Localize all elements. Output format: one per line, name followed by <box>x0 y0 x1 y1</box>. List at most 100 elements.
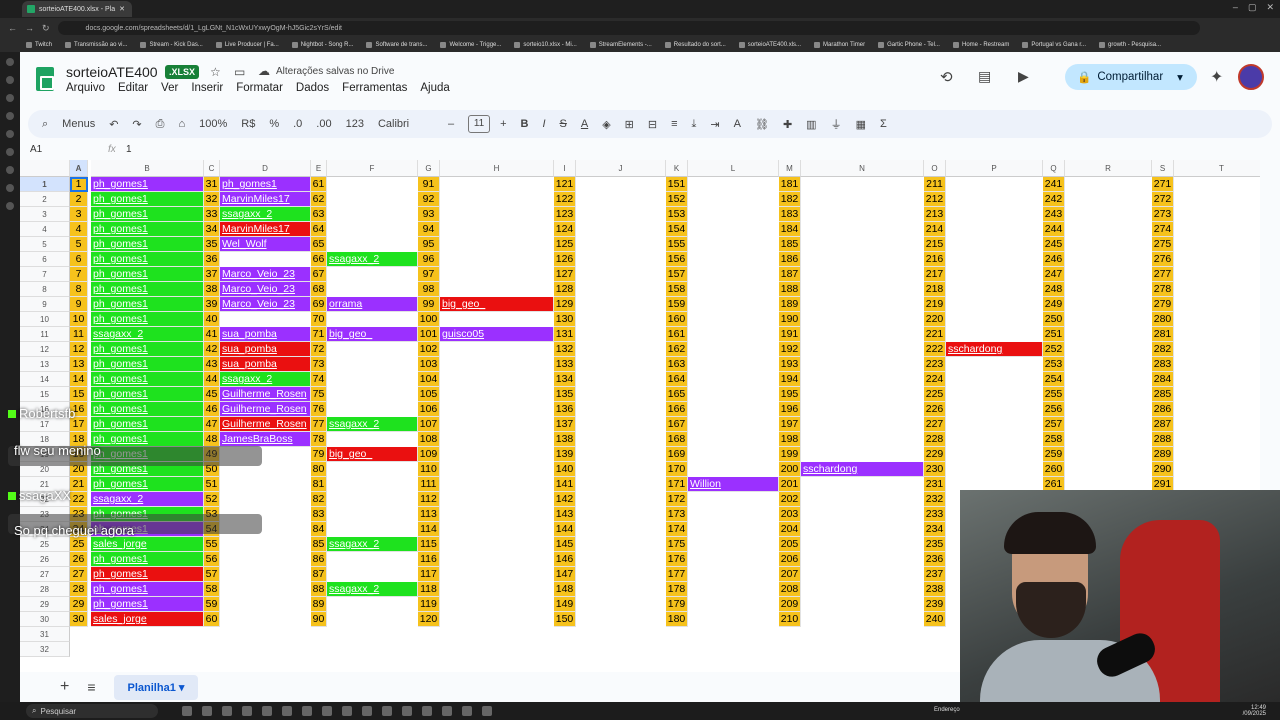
column-header[interactable]: M <box>779 160 801 177</box>
cell-number[interactable]: 14 <box>70 372 88 387</box>
taskbar-app-icon[interactable] <box>442 706 452 716</box>
decrease-decimal-button[interactable]: .0 <box>293 118 302 130</box>
cell-number[interactable]: 69 <box>311 297 327 312</box>
row-header[interactable]: 32 <box>20 642 70 657</box>
cell-number[interactable]: 115 <box>418 537 440 552</box>
row-header[interactable]: 12 <box>20 342 70 357</box>
cell-name[interactable]: sales_jorge <box>91 612 204 627</box>
cell-number[interactable]: 230 <box>924 462 946 477</box>
cell-number[interactable]: 138 <box>554 432 576 447</box>
cell-number[interactable]: 84 <box>311 522 327 537</box>
cell-number[interactable]: 227 <box>924 417 946 432</box>
taskbar-search[interactable]: ⌕ Pesquisar <box>26 704 158 718</box>
cell-number[interactable]: 213 <box>924 207 946 222</box>
cell-number[interactable]: 254 <box>1043 372 1065 387</box>
cell-number[interactable]: 150 <box>554 612 576 627</box>
menus-button[interactable]: Menus <box>62 118 95 130</box>
cell-number[interactable]: 193 <box>779 357 801 372</box>
cell-number[interactable]: 252 <box>1043 342 1065 357</box>
cell-number[interactable]: 87 <box>311 567 327 582</box>
row-header[interactable]: 14 <box>20 372 70 387</box>
bookmark-item[interactable]: Welcome - Trigge... <box>440 42 501 48</box>
increase-decimal-button[interactable]: .00 <box>316 118 331 130</box>
cell-number[interactable]: 278 <box>1152 282 1174 297</box>
bookmark-item[interactable]: Resultado do sort... <box>664 42 726 48</box>
cell-number[interactable]: 277 <box>1152 267 1174 282</box>
cell-number[interactable]: 130 <box>554 312 576 327</box>
cell-number[interactable]: 157 <box>666 267 688 282</box>
cell-number[interactable]: 101 <box>418 327 440 342</box>
cell-number[interactable]: 136 <box>554 402 576 417</box>
cell-number[interactable]: 171 <box>666 477 688 492</box>
cell-number[interactable]: 195 <box>779 387 801 402</box>
cell-number[interactable]: 244 <box>1043 222 1065 237</box>
column-header[interactable]: R <box>1065 160 1152 177</box>
cell-number[interactable]: 221 <box>924 327 946 342</box>
cell-number[interactable]: 38 <box>204 282 220 297</box>
cell-name[interactable]: ph_gomes1 <box>91 597 204 612</box>
meet-icon[interactable]: ▶ <box>1018 68 1029 85</box>
bookmark-item[interactable]: sorteioATE400.xls... <box>738 42 801 48</box>
cell-number[interactable]: 179 <box>666 597 688 612</box>
cell-number[interactable]: 93 <box>418 207 440 222</box>
taskbar-app-icon[interactable] <box>302 706 312 716</box>
row-header[interactable]: 9 <box>20 297 70 312</box>
cell-number[interactable]: 218 <box>924 282 946 297</box>
cell-number[interactable]: 141 <box>554 477 576 492</box>
cell-number[interactable]: 194 <box>779 372 801 387</box>
column-header[interactable]: S <box>1152 160 1174 177</box>
font-size-increase-icon[interactable]: + <box>500 118 506 130</box>
cell-number[interactable]: 180 <box>666 612 688 627</box>
cell-number[interactable]: 188 <box>779 282 801 297</box>
close-icon[interactable]: ✕ <box>119 5 125 13</box>
cell-number[interactable]: 190 <box>779 312 801 327</box>
menu-item[interactable]: Dados <box>296 82 329 94</box>
browser-tab[interactable]: sorteioATE400.xlsx - Pla ✕ <box>22 1 132 17</box>
taskbar-app-icon[interactable] <box>222 706 232 716</box>
cell-number[interactable]: 4 <box>70 222 88 237</box>
cell-number[interactable]: 191 <box>779 327 801 342</box>
cell-number[interactable]: 184 <box>779 222 801 237</box>
cell-number[interactable]: 229 <box>924 447 946 462</box>
cell-number[interactable]: 275 <box>1152 237 1174 252</box>
cell-number[interactable]: 170 <box>666 462 688 477</box>
cell-number[interactable]: 113 <box>418 507 440 522</box>
cell-number[interactable]: 152 <box>666 192 688 207</box>
formula-input[interactable]: 1 <box>126 144 132 155</box>
name-box[interactable]: A1 <box>30 144 42 155</box>
doc-title[interactable]: sorteioATE400 <box>66 64 158 80</box>
cell-number[interactable]: 187 <box>779 267 801 282</box>
cell-number[interactable]: 75 <box>311 387 327 402</box>
cell-number[interactable]: 253 <box>1043 357 1065 372</box>
cell-number[interactable]: 131 <box>554 327 576 342</box>
cell-name[interactable]: sschardong <box>801 462 924 477</box>
cell-number[interactable]: 67 <box>311 267 327 282</box>
cell-number[interactable]: 226 <box>924 402 946 417</box>
move-folder-icon[interactable]: ▭ <box>234 65 245 79</box>
sidebar-app-icon[interactable] <box>6 58 14 66</box>
cell-number[interactable]: 223 <box>924 357 946 372</box>
gemini-icon[interactable]: ✦ <box>1210 67 1223 87</box>
cell-number[interactable]: 120 <box>418 612 440 627</box>
cell-number[interactable]: 246 <box>1043 252 1065 267</box>
cell-name[interactable]: ph_gomes1 <box>91 357 204 372</box>
bookmark-item[interactable]: Transmissão ao vi... <box>65 42 127 48</box>
cell-number[interactable]: 31 <box>204 177 220 192</box>
valign-icon[interactable]: ⤓ <box>692 118 697 131</box>
cell-number[interactable]: 279 <box>1152 297 1174 312</box>
bookmark-item[interactable]: Stream - Kick Das... <box>140 42 203 48</box>
maximize-icon[interactable]: ▢ <box>1248 2 1257 13</box>
text-color-icon[interactable]: A <box>581 118 588 130</box>
cell-number[interactable]: 176 <box>666 552 688 567</box>
cell-number[interactable]: 257 <box>1043 417 1065 432</box>
menu-item[interactable]: Arquivo <box>66 82 105 94</box>
cell-number[interactable]: 128 <box>554 282 576 297</box>
cell-number[interactable]: 76 <box>311 402 327 417</box>
cell-number[interactable]: 122 <box>554 192 576 207</box>
cell-number[interactable]: 107 <box>418 417 440 432</box>
wrap-icon[interactable]: ⇥ <box>710 118 719 131</box>
cell-number[interactable]: 182 <box>779 192 801 207</box>
cell-number[interactable]: 91 <box>418 177 440 192</box>
cell-number[interactable]: 144 <box>554 522 576 537</box>
cell-number[interactable]: 199 <box>779 447 801 462</box>
